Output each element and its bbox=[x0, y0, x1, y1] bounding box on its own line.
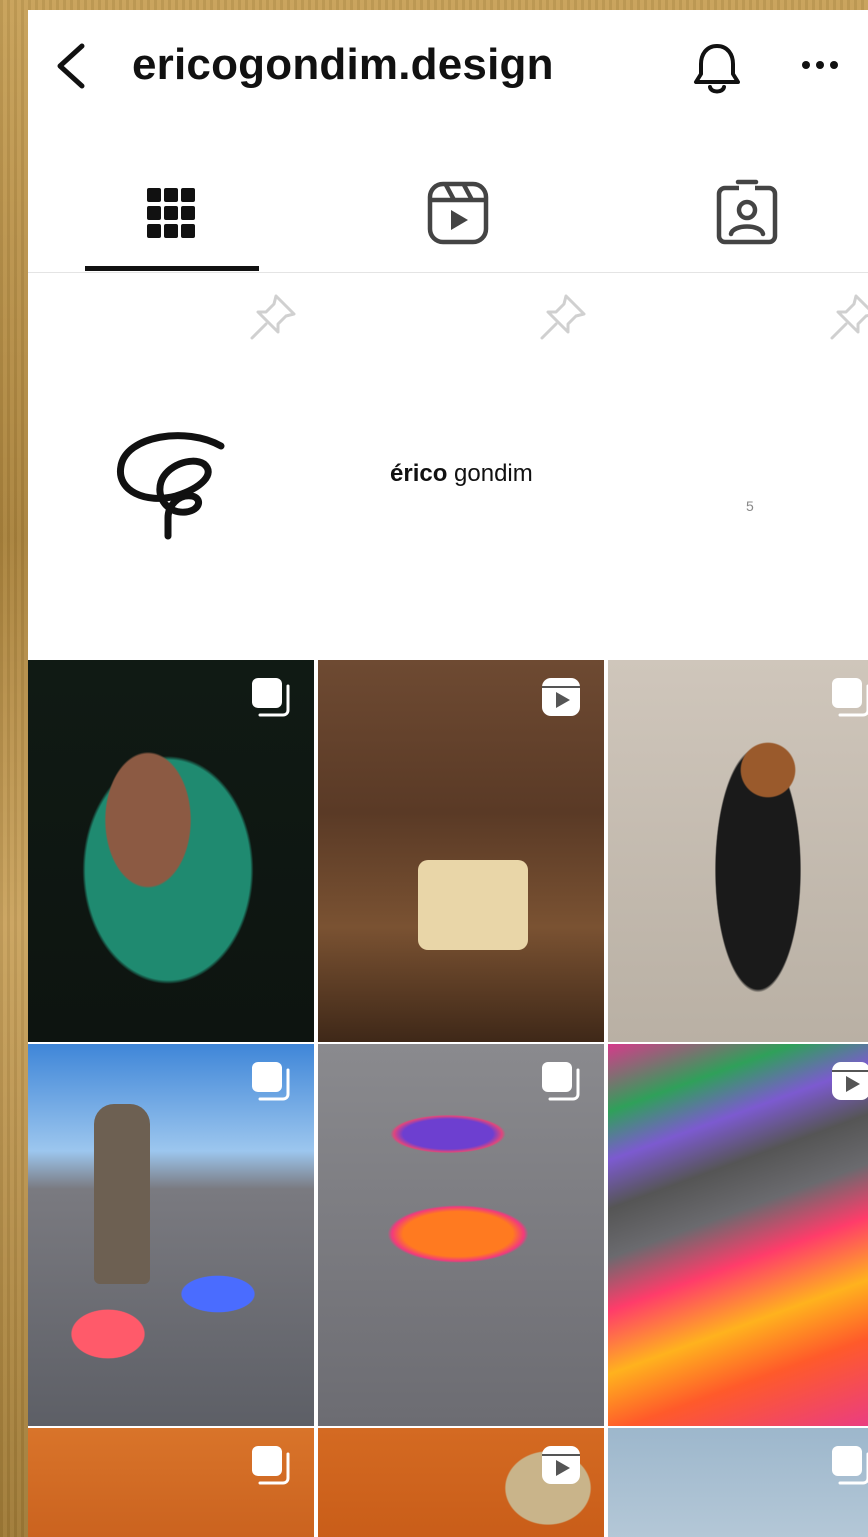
post-tile[interactable] bbox=[28, 1428, 314, 1537]
pin-icon bbox=[250, 294, 296, 340]
post-tile[interactable] bbox=[28, 1044, 314, 1426]
grid-icon[interactable] bbox=[135, 178, 207, 248]
carousel-icon bbox=[252, 1062, 290, 1101]
carousel-icon bbox=[252, 1446, 290, 1485]
post-tile[interactable] bbox=[28, 660, 314, 1042]
profile-username: ericogondim.design bbox=[132, 40, 554, 89]
post-small-text: 5 bbox=[746, 498, 754, 514]
carousel-icon bbox=[252, 678, 290, 717]
profile-screen: ericogondim.design érico gondim 5 bbox=[28, 10, 868, 1537]
tagged-person-icon[interactable] bbox=[711, 178, 783, 248]
pinned-post-logo[interactable] bbox=[28, 274, 316, 659]
post-tile[interactable] bbox=[608, 1428, 868, 1537]
reels-icon[interactable] bbox=[422, 178, 494, 248]
brand-wordmark: érico gondim bbox=[390, 460, 533, 487]
profile-tabs bbox=[28, 160, 868, 273]
bell-icon[interactable] bbox=[688, 38, 746, 98]
reel-icon bbox=[542, 678, 580, 716]
active-tab-indicator bbox=[85, 266, 259, 271]
profile-header: ericogondim.design bbox=[28, 10, 868, 128]
chair-shape bbox=[418, 860, 528, 950]
pin-icon bbox=[540, 294, 586, 340]
pin-icon bbox=[830, 294, 868, 340]
carousel-icon bbox=[832, 678, 868, 717]
pinned-posts: érico gondim 5 bbox=[28, 274, 868, 659]
post-tile[interactable] bbox=[318, 1428, 604, 1537]
person-shape bbox=[94, 1104, 150, 1284]
reel-icon bbox=[542, 1446, 580, 1484]
post-tile[interactable] bbox=[608, 660, 868, 1042]
carousel-icon bbox=[542, 1062, 580, 1101]
post-tile[interactable] bbox=[318, 660, 604, 1042]
post-tile[interactable] bbox=[318, 1044, 604, 1426]
reel-icon bbox=[832, 1062, 868, 1100]
post-tile[interactable] bbox=[608, 1044, 868, 1426]
pinned-post-wordmark[interactable]: érico gondim bbox=[318, 274, 606, 659]
carousel-icon bbox=[832, 1446, 868, 1485]
pinned-post-third[interactable]: 5 bbox=[608, 274, 868, 659]
more-horizontal-icon[interactable] bbox=[794, 40, 846, 90]
brand-logo-mark bbox=[117, 432, 225, 540]
chevron-left-icon[interactable] bbox=[50, 40, 90, 92]
